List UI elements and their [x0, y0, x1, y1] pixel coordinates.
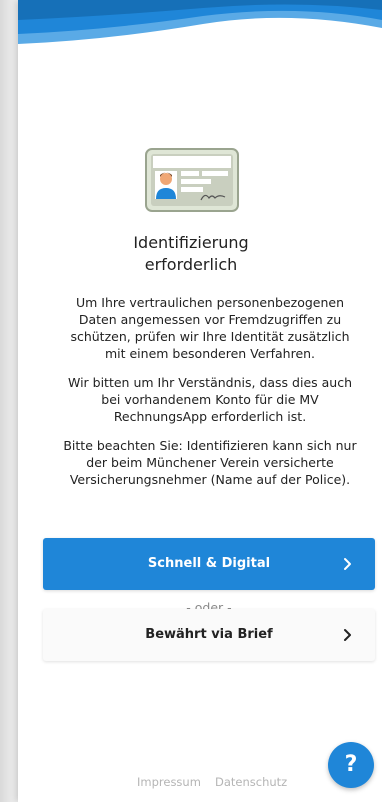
paragraph-line: Daten angemessen vor Fremdzugriffen zu — [78, 312, 342, 327]
digital-button-label: Schnell & Digital — [147, 556, 271, 571]
id-card-icon — [145, 148, 239, 212]
paragraph-line: schützen, prüfen wir Ihre Identität zusä… — [70, 329, 350, 344]
paragraph-line: der beim Münchener Verein versicherte — [86, 455, 334, 470]
info-paragraph-eligibility: Bitte beachten Sie: Identifizieren kann … — [54, 437, 366, 488]
page-title: Identifizierung erforderlich — [0, 232, 382, 276]
paragraph-line: Um Ihre vertraulichen personenbezogenen — [75, 295, 345, 310]
paragraph-line: Bitte beachten Sie: Identifizieren kann … — [63, 438, 357, 453]
letter-identification-button[interactable]: Bewährt via Brief — [43, 609, 375, 661]
chevron-right-icon — [344, 558, 351, 570]
paragraph-line: mit einem besonderen Verfahren. — [104, 346, 316, 361]
page-title-line: Identifizierung — [133, 233, 249, 252]
paragraph-line: RechnungsApp erforderlich ist. — [113, 409, 307, 424]
datenschutz-link[interactable]: Datenschutz — [215, 775, 287, 789]
digital-identification-button[interactable]: Schnell & Digital — [43, 538, 375, 590]
help-button[interactable]: ? — [328, 742, 374, 788]
letter-button-label: Bewährt via Brief — [145, 627, 273, 642]
paragraph-line: bei vorhandenem Konto für die MV — [101, 392, 319, 407]
paragraph-line: Versicherungsnehmer (Name auf der Police… — [69, 472, 351, 487]
header-wave — [18, 0, 382, 44]
chevron-right-icon — [344, 629, 351, 641]
impressum-link[interactable]: Impressum — [137, 775, 201, 789]
background-edge — [0, 0, 18, 802]
paragraph-line: Wir bitten um Ihr Verständnis, dass dies… — [67, 375, 352, 390]
info-paragraph-account: Wir bitten um Ihr Verständnis, dass dies… — [54, 374, 366, 425]
info-paragraph-privacy: Um Ihre vertraulichen personenbezogenen … — [54, 294, 366, 362]
question-mark-icon: ? — [344, 752, 358, 777]
app-screen: Identifizierung erforderlich Um Ihre ver… — [0, 0, 382, 802]
page-title-line: erforderlich — [144, 255, 238, 274]
